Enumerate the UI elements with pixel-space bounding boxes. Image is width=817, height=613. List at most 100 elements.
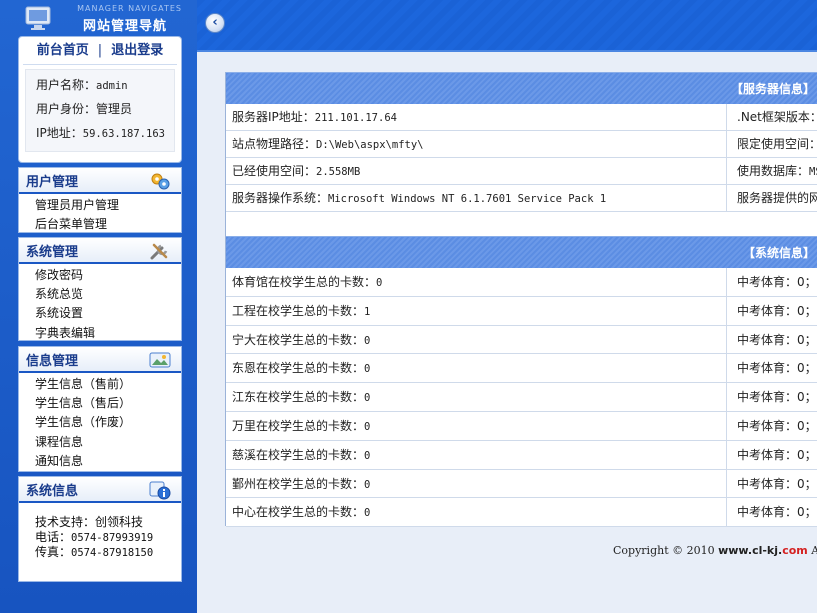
copyright: Copyright © 2010 www.cl-kj.com All: [613, 544, 817, 557]
table-row: 中心在校学生总的卡数：0 中考体育：0；第: [226, 498, 817, 528]
logout-link[interactable]: 退出登录: [111, 43, 163, 58]
row-label: 站点物理路径：: [232, 137, 317, 151]
menu-item-system-overview[interactable]: 系统总览: [35, 285, 181, 304]
row-label: 已经使用空间：: [232, 164, 317, 178]
row-label: 东恩在校学生总的卡数：: [232, 361, 365, 376]
row-right-cell: 中考体育：0；第: [726, 354, 817, 383]
row-label: 中心在校学生总的卡数：: [232, 505, 365, 520]
row-right-cell: 中考体育：0；第: [726, 469, 817, 498]
logo-english-text: MANAGER NAVIGATES: [77, 4, 182, 13]
row-left-cell: 江东在校学生总的卡数：0: [232, 383, 370, 413]
row-right-label: .Net框架版本：: [737, 110, 817, 124]
row-right-text: 中考体育：0；第: [737, 275, 817, 289]
copyright-prefix: Copyright © 2010: [613, 544, 719, 557]
menu-title-text: 用户管理: [26, 175, 79, 190]
row-right-text: 中考体育：0；第: [737, 476, 817, 491]
menu-title-system-management[interactable]: 系统管理: [19, 238, 181, 264]
row-right-text: 中考体育：0；第: [737, 390, 817, 405]
row-right-cell: 中考体育：0；第: [726, 498, 817, 527]
table-row: 服务器IP地址：211.101.17.64 .Net框架版本：: [226, 104, 817, 131]
row-right-cell: 服务器提供的网: [726, 185, 817, 211]
table-row: 已经使用空间：2.558MB 使用数据库：MS: [226, 158, 817, 185]
menu-item-admin-users[interactable]: 管理员用户管理: [35, 196, 181, 215]
collapse-sidebar-button[interactable]: ‹: [205, 13, 225, 33]
user-info: 用户名称：admin 用户身份：管理员 IP地址：59.63.187.163: [25, 69, 175, 152]
frontpage-link[interactable]: 前台首页: [37, 43, 89, 58]
role-label: 用户身份：: [36, 102, 97, 116]
row-value: 211.101.17.64: [314, 112, 397, 124]
username-row: 用户名称：admin: [36, 73, 174, 97]
row-label: 江东在校学生总的卡数：: [232, 390, 365, 405]
menu-item-system-settings[interactable]: 系统设置: [35, 304, 181, 323]
row-value: 0: [364, 420, 371, 433]
row-left-cell: 站点物理路径：D:\Web\aspx\mfty\: [232, 131, 423, 159]
row-label: 宁大在校学生总的卡数：: [232, 332, 365, 347]
link-separator: |: [97, 43, 103, 58]
table-row: 站点物理路径：D:\Web\aspx\mfty\ 限定使用空间：: [226, 131, 817, 158]
row-right-text: 中考体育：0；第: [737, 361, 817, 376]
row-right-text: 中考体育：0；第: [737, 418, 817, 433]
menu-item-student-void[interactable]: 学生信息（作废）: [35, 413, 181, 432]
username-label: 用户名称：: [36, 78, 97, 92]
row-value: 0: [364, 392, 371, 405]
ip-value: 59.63.187.163: [82, 128, 165, 140]
table-row: 鄞州在校学生总的卡数：0 中考体育：0；第: [226, 469, 817, 499]
menu-title-text: 系统信息: [26, 484, 79, 499]
row-value: D:\Web\aspx\mfty\: [316, 139, 424, 151]
menu-item-backend-menu[interactable]: 后台菜单管理: [35, 215, 181, 234]
row-label: 服务器操作系统：: [232, 191, 329, 205]
menu-item-course-info[interactable]: 课程信息: [35, 433, 181, 452]
phone-row: 电话：0574-87993919: [35, 530, 181, 545]
menu-system-info: 系统信息 技术支持：创领科技 电话：0574-87993919 传真：0574-…: [18, 476, 182, 582]
row-left-cell: 东恩在校学生总的卡数：0: [232, 354, 370, 384]
row-left-cell: 已经使用空间：2.558MB: [232, 158, 360, 186]
menu-system-management: 系统管理 修改密码 系统总览 系统设置 字典表编辑: [18, 237, 182, 341]
top-links: 前台首页 | 退出登录: [23, 37, 177, 65]
row-left-cell: 中心在校学生总的卡数：0: [232, 498, 370, 528]
logo: MANAGER NAVIGATES 网站管理导航: [18, 0, 182, 36]
row-right-cell: 中考体育：0；第: [726, 296, 817, 325]
fax-row: 传真：0574-87918150: [35, 545, 181, 560]
fax-value: 0574-87918150: [71, 547, 154, 559]
phone-label: 电话：: [35, 530, 72, 544]
row-value: 0: [364, 449, 371, 462]
menu-title-text: 信息管理: [26, 354, 79, 369]
row-right-label: 限定使用空间：: [737, 137, 817, 151]
row-label: 鄞州在校学生总的卡数：: [232, 476, 365, 491]
menu-item-student-presale[interactable]: 学生信息（售前）: [35, 375, 181, 394]
menu-item-notice-info[interactable]: 通知信息: [35, 452, 181, 471]
menu-item-dictionary-edit[interactable]: 字典表编辑: [35, 324, 181, 343]
row-value: 2.558MB: [316, 166, 361, 178]
table-row: 东恩在校学生总的卡数：0 中考体育：0；第: [226, 354, 817, 384]
row-right-cell: 中考体育：0；第: [726, 440, 817, 469]
menu-title-user-management[interactable]: 用户管理: [19, 168, 181, 194]
system-info-title: 【系统信息】: [226, 236, 817, 268]
copyright-suffix: All: [811, 544, 817, 557]
menu-item-change-password[interactable]: 修改密码: [35, 266, 181, 285]
role-row: 用户身份：管理员: [36, 97, 174, 121]
row-value: 1: [364, 305, 371, 318]
row-right-value: MS: [809, 166, 817, 178]
row-right-cell: 中考体育：0；第: [726, 268, 817, 296]
row-left-cell: 服务器IP地址：211.101.17.64: [232, 104, 397, 132]
server-info-panel: 【服务器信息】 服务器IP地址：211.101.17.64 .Net框架版本： 站点…: [225, 72, 817, 242]
sidebar: MANAGER NAVIGATES 网站管理导航 前台首页 | 退出登录 用户名称：…: [0, 0, 197, 613]
table-row: 江东在校学生总的卡数：0 中考体育：0；第: [226, 383, 817, 412]
row-label: 慈溪在校学生总的卡数：: [232, 447, 365, 462]
site-link[interactable]: www.cl-kj.com: [718, 544, 808, 557]
row-value: 0: [364, 507, 371, 520]
monitor-logo-icon: [25, 6, 51, 30]
menu-title-info-management[interactable]: 信息管理: [19, 347, 181, 373]
row-right-text: 中考体育：0；第: [737, 303, 817, 318]
info-icon: [149, 481, 171, 500]
row-right-text: 中考体育：0；第: [737, 505, 817, 520]
menu-title-text: 系统管理: [26, 245, 79, 260]
row-left-cell: 体育馆在校学生总的卡数：0: [232, 268, 382, 298]
row-right-cell: 中考体育：0；第: [726, 383, 817, 411]
support-text: 技术支持：创领科技: [35, 515, 144, 529]
row-right-cell: 使用数据库：MS: [726, 158, 817, 184]
menu-info-management: 信息管理 学生信息（售前） 学生信息（售后） 学生信息（作废） 课程信息 通知信…: [18, 346, 182, 472]
tools-icon: [150, 243, 168, 260]
table-row: 体育馆在校学生总的卡数：0 中考体育：0；第: [226, 268, 817, 297]
menu-item-student-aftersale[interactable]: 学生信息（售后）: [35, 394, 181, 413]
